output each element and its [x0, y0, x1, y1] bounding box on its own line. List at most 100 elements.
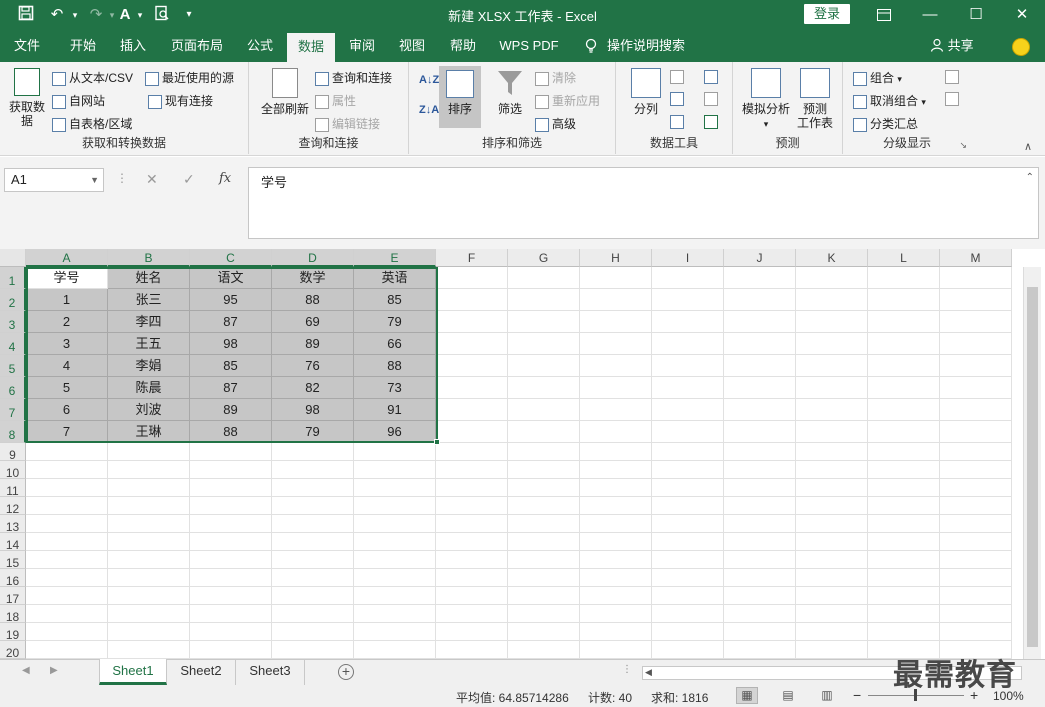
cell-i13[interactable]: [652, 515, 724, 533]
consolidate-icon[interactable]: [704, 70, 718, 84]
column-header-b[interactable]: B: [108, 249, 190, 267]
cell-g14[interactable]: [508, 533, 580, 551]
cell-m19[interactable]: [940, 623, 1012, 641]
cell-c8[interactable]: 88: [190, 421, 272, 443]
cell-f8[interactable]: [436, 421, 508, 443]
cell-j18[interactable]: [724, 605, 796, 623]
cell-a9[interactable]: [26, 443, 108, 461]
cell-c16[interactable]: [190, 569, 272, 587]
cell-i5[interactable]: [652, 355, 724, 377]
next-sheet-icon[interactable]: ▶: [50, 665, 58, 676]
recent-sources-button[interactable]: 最近使用的源: [145, 69, 234, 86]
row-header-12[interactable]: 12: [0, 497, 26, 516]
cell-d9[interactable]: [272, 443, 354, 461]
cell-m7[interactable]: [940, 399, 1012, 421]
cell-b1[interactable]: 姓名: [108, 267, 190, 289]
cell-f17[interactable]: [436, 587, 508, 605]
cell-m1[interactable]: [940, 267, 1012, 289]
vertical-scrollbar[interactable]: [1023, 267, 1041, 659]
row-header-9[interactable]: 9: [0, 443, 26, 462]
close-icon[interactable]: ✕: [999, 0, 1045, 31]
sort-asc-icon[interactable]: A↓Z: [419, 74, 439, 86]
cell-k13[interactable]: [796, 515, 868, 533]
maximize-icon[interactable]: ☐: [953, 0, 999, 31]
cell-j2[interactable]: [724, 289, 796, 311]
cell-j10[interactable]: [724, 461, 796, 479]
cell-b15[interactable]: [108, 551, 190, 569]
row-header-3[interactable]: 3: [0, 311, 26, 333]
add-sheet-icon[interactable]: +: [338, 664, 354, 680]
cell-h11[interactable]: [580, 479, 652, 497]
cell-j15[interactable]: [724, 551, 796, 569]
cell-j11[interactable]: [724, 479, 796, 497]
sheet-tab-sheet2[interactable]: Sheet2: [167, 659, 236, 685]
cell-e4[interactable]: 66: [354, 333, 436, 355]
cell-b16[interactable]: [108, 569, 190, 587]
cell-k18[interactable]: [796, 605, 868, 623]
cell-l2[interactable]: [868, 289, 940, 311]
cell-g9[interactable]: [508, 443, 580, 461]
cell-i11[interactable]: [652, 479, 724, 497]
cell-a7[interactable]: 6: [26, 399, 108, 421]
cell-d20[interactable]: [272, 641, 354, 659]
cell-e11[interactable]: [354, 479, 436, 497]
cell-d13[interactable]: [272, 515, 354, 533]
vertical-scroll-thumb[interactable]: [1027, 287, 1038, 647]
scroll-left-icon[interactable]: ◀: [645, 667, 652, 678]
what-if-analysis-button[interactable]: 模拟分析 ▾: [739, 68, 793, 131]
cell-f3[interactable]: [436, 311, 508, 333]
cell-c7[interactable]: 89: [190, 399, 272, 421]
text-to-columns-button[interactable]: 分列: [624, 68, 668, 116]
tab-split-handle-icon[interactable]: ⋮: [622, 664, 632, 675]
row-header-10[interactable]: 10: [0, 461, 26, 480]
cell-h13[interactable]: [580, 515, 652, 533]
cell-a2[interactable]: 1: [26, 289, 108, 311]
tab-view[interactable]: 视图: [390, 31, 434, 62]
column-header-a[interactable]: A: [26, 249, 108, 267]
cell-j17[interactable]: [724, 587, 796, 605]
cell-m5[interactable]: [940, 355, 1012, 377]
cell-c15[interactable]: [190, 551, 272, 569]
cell-d3[interactable]: 69: [272, 311, 354, 333]
minimize-icon[interactable]: —: [907, 0, 953, 31]
cell-l19[interactable]: [868, 623, 940, 641]
cell-f20[interactable]: [436, 641, 508, 659]
cell-b5[interactable]: 李娟: [108, 355, 190, 377]
cell-h6[interactable]: [580, 377, 652, 399]
cell-g11[interactable]: [508, 479, 580, 497]
cell-b9[interactable]: [108, 443, 190, 461]
cell-e17[interactable]: [354, 587, 436, 605]
cell-k17[interactable]: [796, 587, 868, 605]
cell-c19[interactable]: [190, 623, 272, 641]
cell-h20[interactable]: [580, 641, 652, 659]
cell-l3[interactable]: [868, 311, 940, 333]
cell-m15[interactable]: [940, 551, 1012, 569]
cell-j20[interactable]: [724, 641, 796, 659]
cell-b12[interactable]: [108, 497, 190, 515]
cell-f10[interactable]: [436, 461, 508, 479]
tell-me-search[interactable]: 操作说明搜索: [606, 31, 686, 62]
cell-f13[interactable]: [436, 515, 508, 533]
sheet-tab-sheet1[interactable]: Sheet1: [99, 659, 167, 685]
reapply-button[interactable]: 重新应用: [535, 92, 600, 109]
normal-view-icon[interactable]: ▦: [736, 687, 758, 704]
cell-i10[interactable]: [652, 461, 724, 479]
cell-e18[interactable]: [354, 605, 436, 623]
cell-h17[interactable]: [580, 587, 652, 605]
cell-d1[interactable]: 数学: [272, 267, 354, 289]
cell-b10[interactable]: [108, 461, 190, 479]
row-header-7[interactable]: 7: [0, 399, 26, 421]
cell-k12[interactable]: [796, 497, 868, 515]
cell-c6[interactable]: 87: [190, 377, 272, 399]
cell-i7[interactable]: [652, 399, 724, 421]
cell-g15[interactable]: [508, 551, 580, 569]
cell-i12[interactable]: [652, 497, 724, 515]
cell-a15[interactable]: [26, 551, 108, 569]
cell-e9[interactable]: [354, 443, 436, 461]
existing-connections-button[interactable]: 现有连接: [148, 92, 213, 109]
cell-e8[interactable]: 96: [354, 421, 436, 443]
cell-c10[interactable]: [190, 461, 272, 479]
cell-k5[interactable]: [796, 355, 868, 377]
cell-l1[interactable]: [868, 267, 940, 289]
cell-d12[interactable]: [272, 497, 354, 515]
